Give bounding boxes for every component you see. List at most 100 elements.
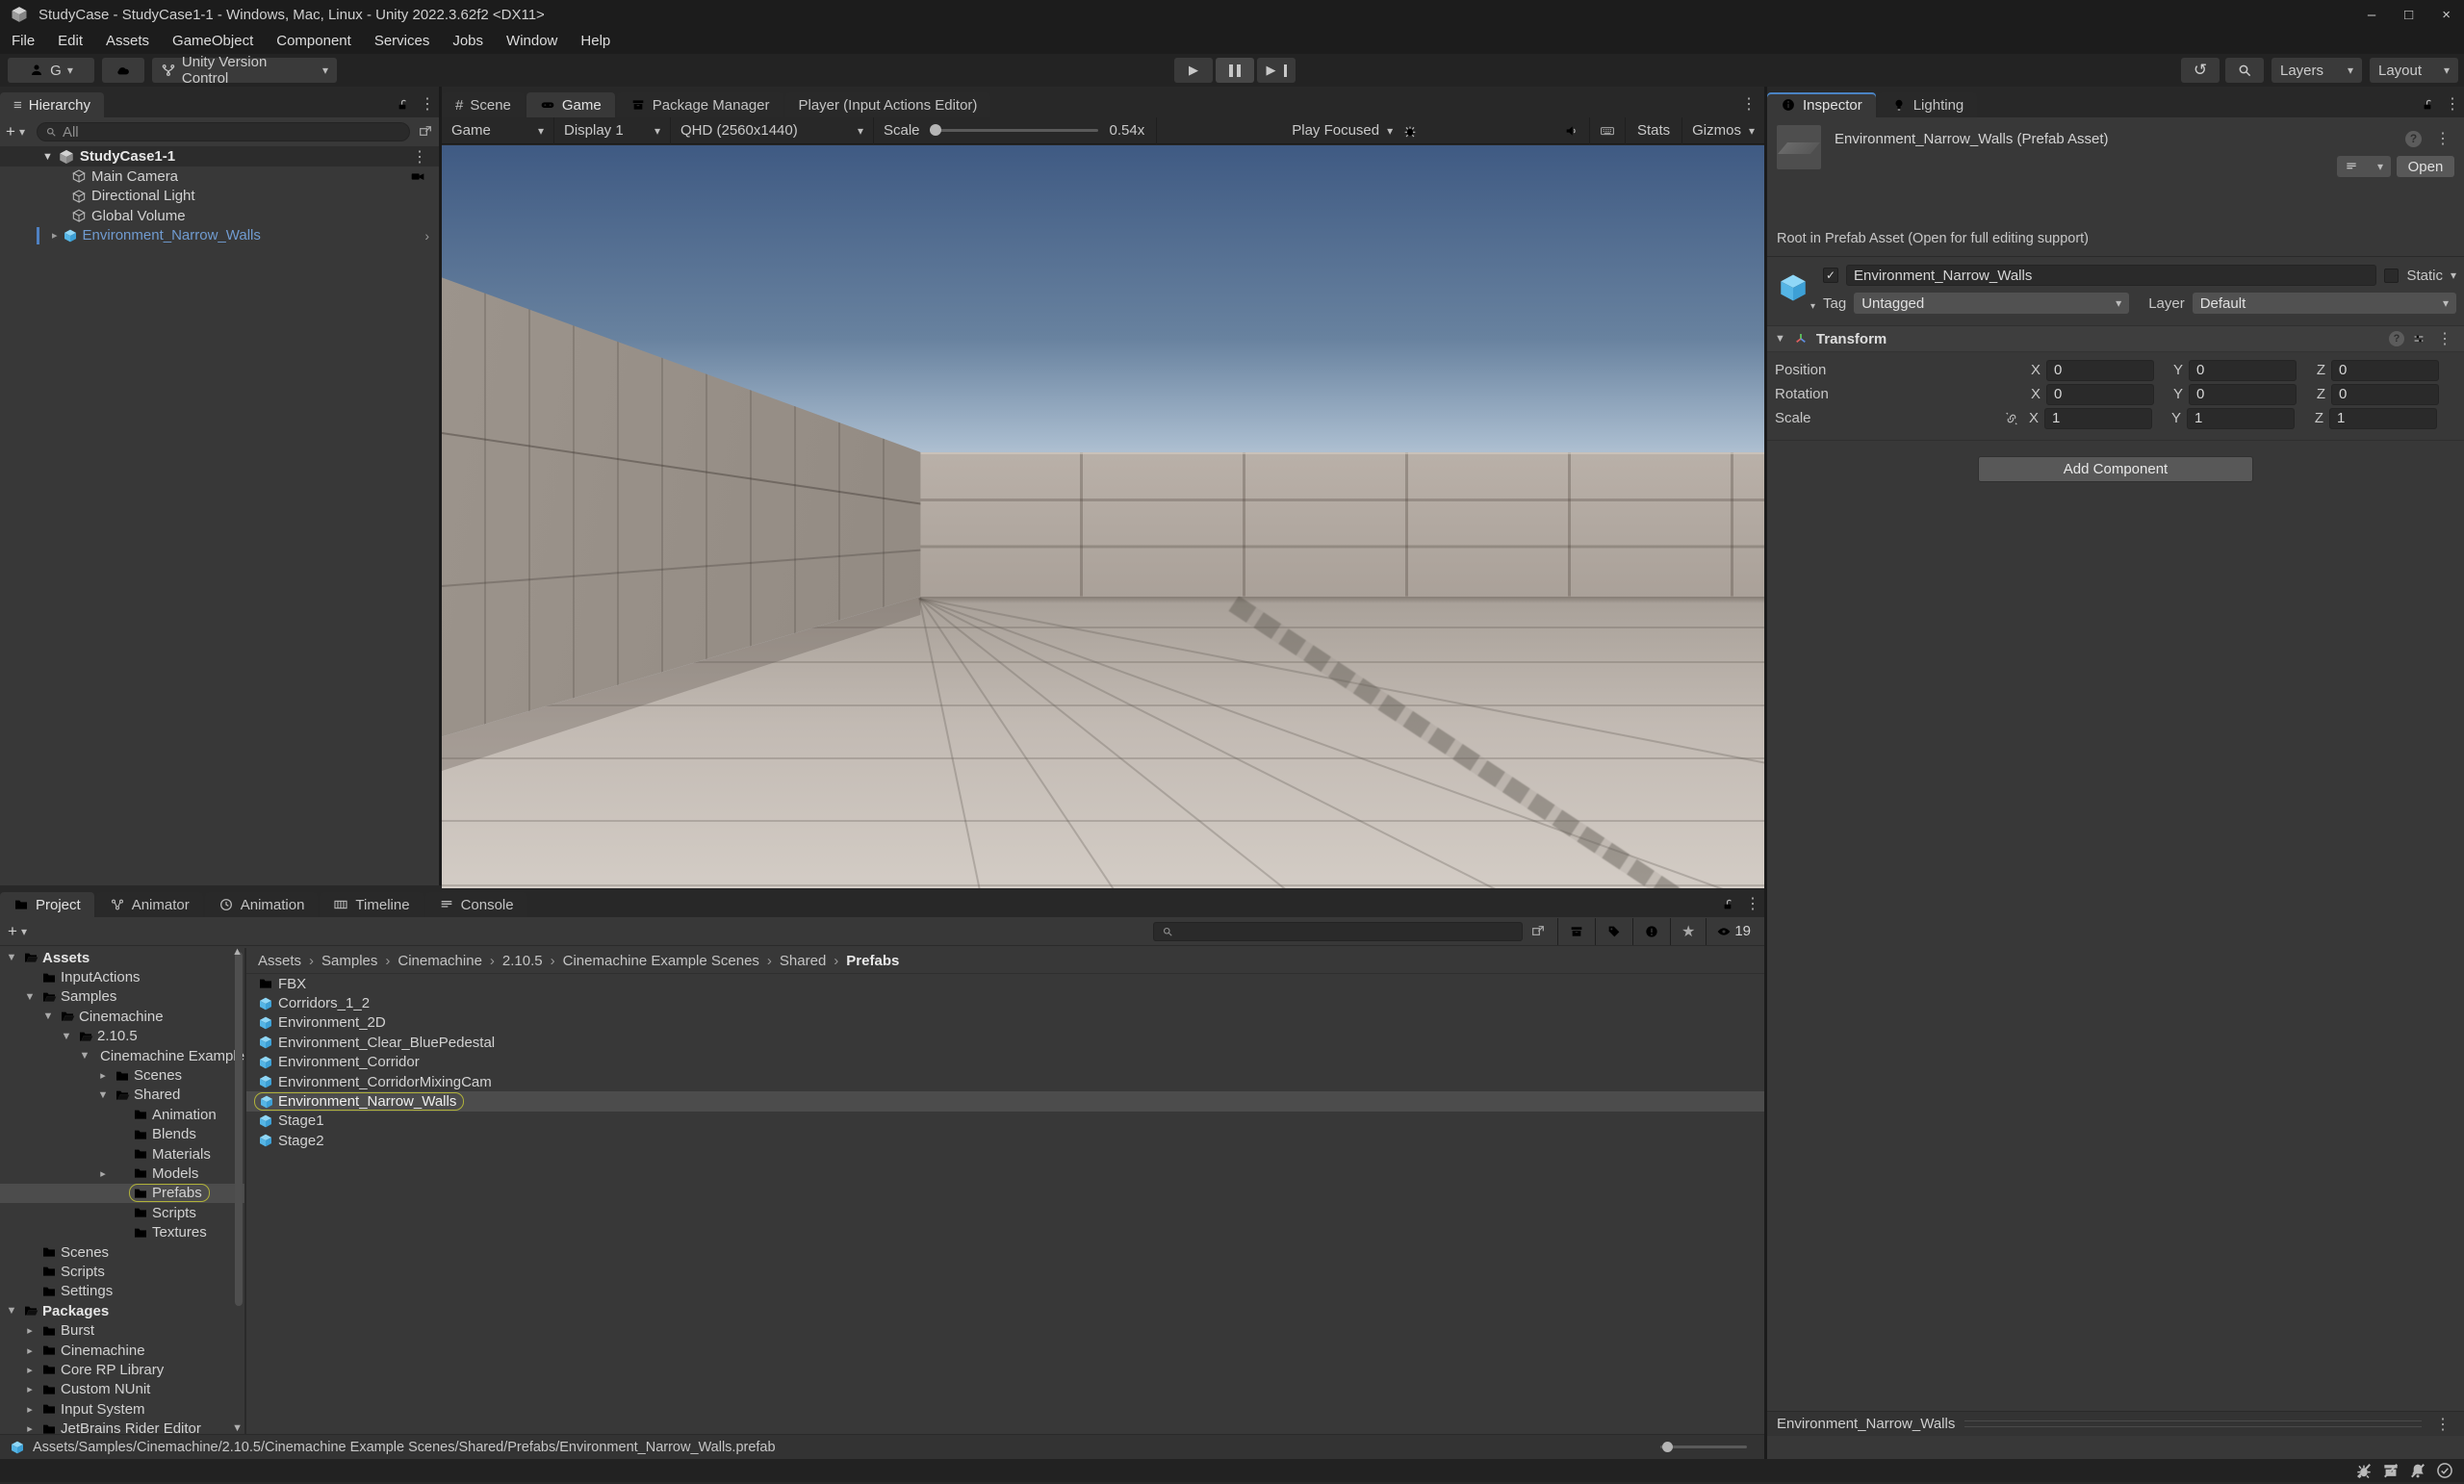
rotation-z-field[interactable] bbox=[2331, 384, 2439, 405]
breadcrumb-shared[interactable]: Shared bbox=[780, 953, 826, 969]
position-z-field[interactable] bbox=[2331, 360, 2439, 381]
tree-item-scenes[interactable]: ▸Scenes bbox=[0, 1065, 244, 1085]
rotation-y-field[interactable] bbox=[2189, 384, 2297, 405]
tree-item-core-rp-library[interactable]: ▸Core RP Library bbox=[0, 1360, 244, 1379]
menu-file[interactable]: File bbox=[0, 29, 46, 54]
game-viewport[interactable] bbox=[442, 145, 1764, 888]
tree-item-jetbrains-rider-editor[interactable]: ▸JetBrains Rider Editor bbox=[0, 1419, 244, 1434]
presets-icon[interactable] bbox=[2412, 332, 2426, 345]
tree-item-custom-nunit[interactable]: ▸Custom NUnit bbox=[0, 1380, 244, 1399]
thumbnail-zoom-slider[interactable] bbox=[1660, 1446, 1747, 1448]
tree-item-scripts-root[interactable]: Scripts bbox=[0, 1262, 244, 1281]
chevron-down-icon[interactable]: ▾ bbox=[1810, 301, 1815, 312]
debug-bug-icon[interactable] bbox=[1402, 123, 1418, 139]
menu-assets[interactable]: Assets bbox=[94, 29, 161, 54]
scale-slider[interactable] bbox=[930, 129, 1098, 132]
kebab-menu-icon[interactable]: ⋮ bbox=[416, 94, 439, 114]
transform-component-header[interactable]: ▼ Transform ? ⋮ bbox=[1767, 325, 2464, 352]
mute-audio-icon[interactable] bbox=[1564, 123, 1579, 139]
tab-hierarchy[interactable]: ≡ Hierarchy bbox=[0, 92, 104, 117]
scroll-down-icon[interactable]: ▼ bbox=[232, 1422, 243, 1434]
active-checkbox[interactable]: ✓ bbox=[1823, 268, 1838, 283]
tab-player-input-actions[interactable]: Player (Input Actions Editor) bbox=[785, 92, 991, 117]
lock-icon[interactable] bbox=[2422, 98, 2435, 112]
kebab-menu-icon[interactable]: ⋮ bbox=[1741, 894, 1764, 913]
tree-item-cinemachine[interactable]: ▼Cinemachine bbox=[0, 1007, 244, 1026]
tab-game[interactable]: Game bbox=[526, 92, 615, 117]
hierarchy-item-main-camera[interactable]: Main Camera bbox=[0, 166, 439, 187]
tab-project[interactable]: Project bbox=[0, 892, 94, 917]
status-package-disabled-icon[interactable] bbox=[2381, 1461, 2400, 1480]
tab-animation[interactable]: Animation bbox=[205, 892, 319, 917]
breadcrumb-2105[interactable]: 2.10.5 bbox=[502, 953, 543, 969]
label-tag-icon[interactable] bbox=[1606, 924, 1622, 939]
menu-component[interactable]: Component bbox=[265, 29, 363, 54]
tree-item-prefabs[interactable]: Prefabs bbox=[0, 1184, 244, 1203]
close-button[interactable]: × bbox=[2442, 7, 2451, 23]
tree-item-shared[interactable]: ▼Shared bbox=[0, 1086, 244, 1105]
file-item-fbx[interactable]: FBX bbox=[246, 974, 1764, 993]
tree-scrollbar[interactable] bbox=[235, 952, 243, 1306]
package-visibility-icon[interactable] bbox=[1569, 924, 1584, 939]
scale-slider-thumb[interactable] bbox=[930, 124, 941, 136]
tree-item-models[interactable]: ▸Models bbox=[0, 1164, 244, 1183]
static-checkbox[interactable] bbox=[2384, 269, 2399, 283]
minimize-button[interactable]: – bbox=[2368, 7, 2375, 23]
scale-y-field[interactable] bbox=[2187, 408, 2295, 429]
breadcrumb-prefabs[interactable]: Prefabs bbox=[846, 953, 899, 969]
hierarchy-search-input[interactable]: All bbox=[37, 122, 410, 141]
layer-dropdown[interactable]: Default ▾ bbox=[2193, 293, 2456, 314]
position-x-field[interactable] bbox=[2046, 360, 2154, 381]
chevron-down-icon[interactable]: ▾ bbox=[2451, 269, 2456, 282]
account-dropdown[interactable]: G ▾ bbox=[8, 58, 94, 83]
hierarchy-scene-row[interactable]: ▼ StudyCase1-1 ⋮ bbox=[0, 146, 439, 166]
lock-icon[interactable] bbox=[397, 98, 410, 112]
kebab-menu-icon[interactable]: ⋮ bbox=[2433, 329, 2456, 348]
chevron-down-icon[interactable]: ▾ bbox=[19, 125, 25, 139]
create-add-button[interactable]: + bbox=[6, 122, 15, 141]
tree-item-samples[interactable]: ▼Samples bbox=[0, 987, 244, 1007]
kebab-menu-icon[interactable]: ⋮ bbox=[2431, 1415, 2454, 1434]
tab-animator[interactable]: Animator bbox=[96, 892, 203, 917]
breadcrumb-cinemachine-example-scenes[interactable]: Cinemachine Example Scenes bbox=[563, 953, 759, 969]
tree-item-settings[interactable]: Settings bbox=[0, 1282, 244, 1301]
resolution-dropdown[interactable]: QHD (2560x1440) ▾ bbox=[671, 122, 873, 139]
menu-edit[interactable]: Edit bbox=[46, 29, 94, 54]
menu-gameobject[interactable]: GameObject bbox=[161, 29, 265, 54]
chevron-down-icon[interactable]: ▾ bbox=[21, 925, 27, 938]
layers-dropdown[interactable]: Layers ▾ bbox=[2272, 58, 2362, 83]
search-everywhere-button[interactable] bbox=[2225, 58, 2264, 83]
tree-item-input-system[interactable]: ▸Input System bbox=[0, 1399, 244, 1419]
hierarchy-item-environment-narrow-walls[interactable]: ▸ Environment_Narrow_Walls › bbox=[0, 226, 439, 246]
tree-item-assets[interactable]: ▼Assets bbox=[0, 948, 244, 967]
warning-icon[interactable] bbox=[1644, 924, 1659, 939]
file-item-corridors-1-2[interactable]: Corridors_1_2 bbox=[246, 993, 1764, 1012]
tree-item-inputactions[interactable]: InputActions bbox=[0, 967, 244, 986]
create-add-button[interactable]: + bbox=[8, 922, 17, 941]
file-item-environment-clear-bluepedestal[interactable]: Environment_Clear_BluePedestal bbox=[246, 1033, 1764, 1052]
file-item-environment-corridor[interactable]: Environment_Corridor bbox=[246, 1053, 1764, 1072]
tree-item-scenes-root[interactable]: Scenes bbox=[0, 1242, 244, 1262]
help-icon[interactable]: ? bbox=[2389, 331, 2404, 346]
status-notifications-disabled-icon[interactable] bbox=[2408, 1461, 2427, 1480]
file-item-environment-2d[interactable]: Environment_2D bbox=[246, 1013, 1764, 1033]
expander-icon[interactable]: ▼ bbox=[42, 151, 53, 163]
tree-item-textures[interactable]: Textures bbox=[0, 1222, 244, 1241]
tree-item-blends[interactable]: Blends bbox=[0, 1125, 244, 1144]
cloud-button[interactable] bbox=[102, 58, 144, 83]
tree-item-materials[interactable]: Materials bbox=[0, 1144, 244, 1164]
scale-x-field[interactable] bbox=[2044, 408, 2152, 429]
picker-icon[interactable] bbox=[418, 124, 433, 140]
tab-timeline[interactable]: Timeline bbox=[320, 892, 423, 917]
open-prefab-button[interactable]: Open bbox=[2397, 156, 2454, 177]
hierarchy-item-directional-light[interactable]: Directional Light bbox=[0, 187, 439, 207]
tab-inspector[interactable]: Inspector bbox=[1767, 92, 1876, 117]
picker-icon[interactable] bbox=[1530, 924, 1546, 939]
tree-item-burst[interactable]: ▸Burst bbox=[0, 1320, 244, 1340]
add-component-button[interactable]: Add Component bbox=[1978, 456, 2253, 482]
expander-icon[interactable]: ▸ bbox=[52, 229, 58, 242]
favorites-star-icon[interactable]: ★ bbox=[1681, 922, 1695, 941]
project-search-input[interactable] bbox=[1153, 922, 1523, 941]
menu-window[interactable]: Window bbox=[495, 29, 569, 54]
tree-item-cinemachine-example-scenes[interactable]: ▼Cinemachine Example Scenes bbox=[0, 1046, 244, 1065]
